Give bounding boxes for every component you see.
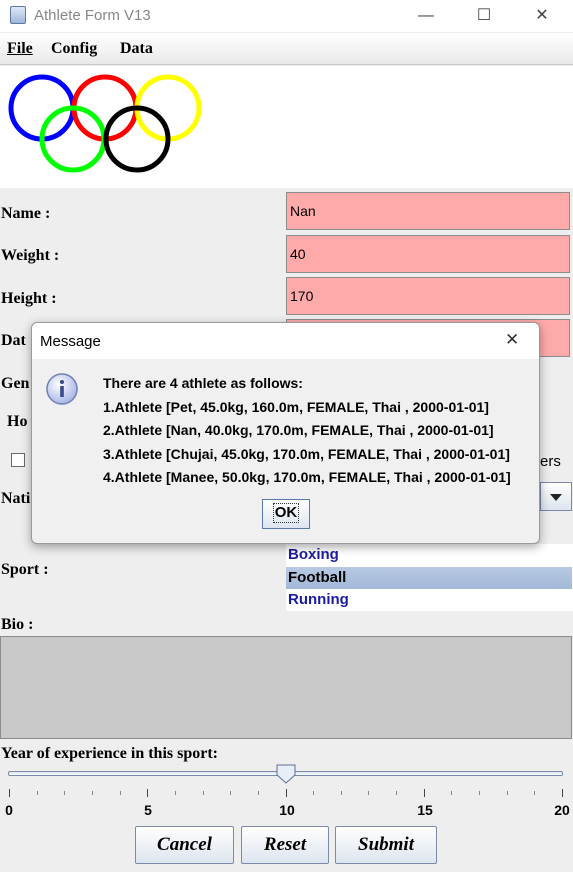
menu-file[interactable]: File bbox=[7, 40, 33, 58]
dialog-message-line: 1.Athlete [Pet, 45.0kg, 160.0m, FEMALE, … bbox=[103, 399, 489, 415]
slider-tick-label: 15 bbox=[417, 802, 433, 818]
bio-textarea[interactable] bbox=[0, 636, 572, 739]
slider-minor-tick bbox=[64, 791, 66, 795]
name-label: Name : bbox=[1, 205, 51, 222]
reset-button[interactable]: Reset bbox=[241, 826, 329, 864]
sport-item-running[interactable]: Running bbox=[286, 589, 572, 611]
experience-label: Year of experience in this sport: bbox=[1, 745, 218, 762]
sport-label: Sport : bbox=[1, 561, 49, 578]
sport-item-boxing[interactable]: Boxing bbox=[286, 544, 572, 566]
weight-label: Weight : bbox=[1, 247, 60, 264]
slider-major-tick bbox=[9, 789, 10, 797]
chevron-down-icon bbox=[550, 494, 562, 501]
gender-label: Gen bbox=[1, 375, 30, 392]
slider-minor-tick bbox=[313, 791, 315, 795]
info-icon bbox=[46, 373, 78, 405]
hobby-option-label: ers bbox=[540, 453, 561, 470]
close-window-button[interactable]: ✕ bbox=[520, 4, 564, 28]
dialog-title: Message bbox=[40, 333, 101, 350]
name-field[interactable]: Nan bbox=[286, 192, 570, 230]
menu-data[interactable]: Data bbox=[120, 40, 153, 58]
slider-minor-tick bbox=[479, 791, 481, 795]
nationality-dropdown-button[interactable] bbox=[540, 482, 572, 511]
slider-tick-label: 5 bbox=[144, 802, 152, 818]
dialog-message-line: 3.Athlete [Chujai, 45.0kg, 170.0m, FEMAL… bbox=[103, 446, 510, 462]
slider-minor-tick bbox=[257, 791, 259, 795]
dialog-message-header: There are 4 athlete as follows: bbox=[103, 375, 303, 391]
slider-minor-tick bbox=[119, 791, 121, 795]
slider-tick-label: 10 bbox=[279, 802, 295, 818]
slider-minor-tick bbox=[91, 791, 93, 795]
message-dialog: Message ✕ There are 4 athlete as follows… bbox=[31, 322, 540, 544]
nationality-label: Nati bbox=[1, 490, 31, 507]
slider-minor-tick bbox=[368, 791, 370, 795]
menu-config[interactable]: Config bbox=[51, 40, 97, 58]
dialog-message-line: 4.Athlete [Manee, 50.0kg, 170.0m, FEMALE… bbox=[103, 469, 511, 485]
date-label: Dat bbox=[1, 332, 26, 349]
minimize-button[interactable]: — bbox=[404, 4, 448, 28]
hobby-checkbox[interactable] bbox=[11, 453, 25, 467]
slider-minor-tick bbox=[534, 791, 536, 795]
slider-minor-tick bbox=[396, 791, 398, 795]
ok-button-label: OK bbox=[272, 503, 300, 523]
dialog-titlebar bbox=[32, 323, 539, 359]
dialog-close-button[interactable]: ✕ bbox=[505, 330, 519, 350]
slider-minor-tick bbox=[340, 791, 342, 795]
java-app-icon bbox=[10, 6, 26, 24]
slider-minor-tick bbox=[506, 791, 508, 795]
cancel-button[interactable]: Cancel bbox=[135, 826, 234, 864]
slider-minor-tick bbox=[36, 791, 38, 795]
slider-major-tick bbox=[285, 789, 287, 797]
slider-tick-label: 0 bbox=[5, 802, 13, 818]
height-label: Height : bbox=[1, 290, 57, 307]
slider-minor-tick bbox=[202, 791, 204, 795]
weight-field[interactable]: 40 bbox=[286, 235, 570, 273]
dialog-message-line: 2.Athlete [Nan, 40.0kg, 170.0m, FEMALE, … bbox=[103, 422, 494, 438]
slider-minor-tick bbox=[451, 791, 453, 795]
hobbies-label: Ho bbox=[7, 413, 28, 430]
maximize-button[interactable]: ☐ bbox=[462, 4, 506, 28]
ok-button[interactable]: OK bbox=[262, 499, 310, 529]
slider-major-tick bbox=[562, 789, 563, 797]
bio-label: Bio : bbox=[1, 616, 34, 633]
slider-major-tick bbox=[147, 789, 149, 797]
submit-button[interactable]: Submit bbox=[335, 826, 437, 864]
olympic-rings-logo bbox=[8, 74, 202, 173]
experience-slider-thumb[interactable] bbox=[276, 764, 296, 784]
slider-major-tick bbox=[423, 789, 425, 797]
sport-item-football[interactable]: Football bbox=[286, 567, 572, 589]
slider-minor-tick bbox=[174, 791, 176, 795]
window-title: Athlete Form V13 bbox=[34, 7, 151, 24]
slider-minor-tick bbox=[230, 791, 232, 795]
height-field[interactable]: 170 bbox=[286, 277, 570, 315]
slider-tick-label: 20 bbox=[554, 802, 570, 818]
